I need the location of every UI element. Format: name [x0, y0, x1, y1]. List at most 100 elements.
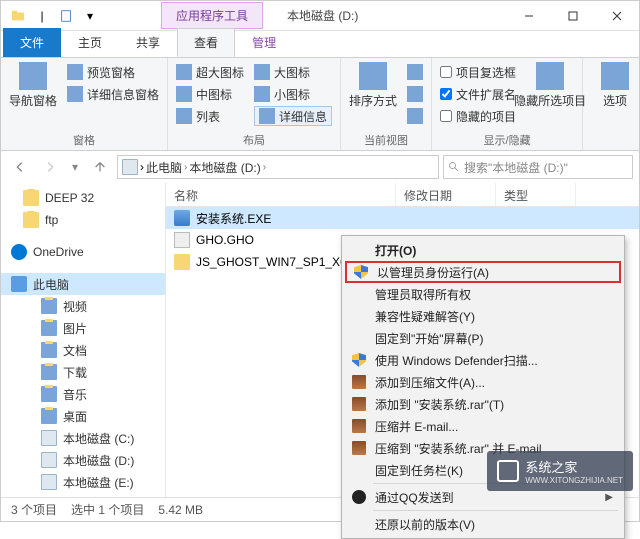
- minimize-button[interactable]: [507, 2, 551, 30]
- layout-label: 详细信息: [279, 108, 327, 125]
- crumb-drive[interactable]: 本地磁盘 (D:)›: [189, 159, 266, 176]
- back-button[interactable]: [7, 154, 33, 180]
- col-date[interactable]: 修改日期: [396, 183, 496, 206]
- groupby-icon[interactable]: [407, 62, 423, 82]
- ctx-label: 打开(O): [375, 242, 416, 259]
- up-button[interactable]: [87, 154, 113, 180]
- crumb-label: 本地磁盘 (D:): [189, 159, 260, 176]
- status-selection: 选中 1 个项目: [71, 501, 144, 518]
- tree-label: 此电脑: [33, 276, 69, 293]
- tab-home[interactable]: 主页: [61, 28, 119, 57]
- nav-tree[interactable]: DEEP 32 ftp OneDrive 此电脑 视频 图片 文档 下载 音乐 …: [1, 183, 166, 497]
- preview-pane-button[interactable]: 预览窗格: [67, 62, 159, 82]
- sizecolumns-icon[interactable]: [407, 106, 423, 126]
- ctx-restore-prev[interactable]: 还原以前的版本(V): [345, 513, 621, 535]
- layout-details[interactable]: 详细信息: [254, 106, 332, 126]
- tree-node-videos[interactable]: 视频: [1, 295, 165, 317]
- ctx-pin-start[interactable]: 固定到"开始"屏幕(P): [345, 327, 621, 349]
- ctx-compress-email[interactable]: 压缩并 E-mail...: [345, 415, 621, 437]
- tree-label: 本地磁盘 (E:): [63, 474, 134, 491]
- qat-separator: |: [31, 5, 53, 27]
- options-button[interactable]: 选项: [591, 62, 639, 148]
- tree-node-drive-c[interactable]: 本地磁盘 (C:): [1, 427, 165, 449]
- hide-selected-button[interactable]: 隐藏所选项目: [526, 62, 574, 132]
- ctx-label: 管理员取得所有权: [375, 286, 471, 303]
- crumb-label: 此电脑: [146, 159, 182, 176]
- close-button[interactable]: [595, 2, 639, 30]
- ctx-defender[interactable]: 使用 Windows Defender扫描...: [345, 349, 621, 371]
- tree-label: OneDrive: [33, 245, 84, 259]
- ctx-open[interactable]: 打开(O): [345, 239, 621, 261]
- ctx-add-rar[interactable]: 添加到 "安装系统.rar"(T): [345, 393, 621, 415]
- nav-pane-button[interactable]: 导航窗格: [9, 62, 57, 132]
- options-label: 选项: [603, 92, 627, 109]
- tree-node-drive-e[interactable]: 本地磁盘 (E:): [1, 471, 165, 493]
- tree-node-downloads[interactable]: 下载: [1, 361, 165, 383]
- ctx-label: 还原以前的版本(V): [375, 516, 475, 533]
- tree-node-documents[interactable]: 文档: [1, 339, 165, 361]
- checkbox-extensions[interactable]: 文件扩展名: [440, 84, 516, 104]
- tree-node-pictures[interactable]: 图片: [1, 317, 165, 339]
- sort-button[interactable]: 排序方式: [349, 62, 397, 132]
- forward-button[interactable]: [37, 154, 63, 180]
- layout-extra-large[interactable]: 超大图标: [176, 62, 244, 82]
- layout-list[interactable]: 列表: [176, 106, 244, 126]
- col-name[interactable]: 名称: [166, 183, 396, 206]
- checkbox-hidden[interactable]: 隐藏的项目: [440, 106, 516, 126]
- titlebar: | ▾ 应用程序工具 本地磁盘 (D:): [1, 1, 639, 31]
- tree-node-desktop[interactable]: 桌面: [1, 405, 165, 427]
- properties-icon[interactable]: [55, 5, 77, 27]
- file-name: GHO.GHO: [196, 233, 254, 247]
- tree-node-thispc[interactable]: 此电脑: [1, 273, 165, 295]
- search-input[interactable]: 搜索"本地磁盘 (D:)": [443, 155, 633, 179]
- ctx-run-as-admin[interactable]: 以管理员身份运行(A): [345, 261, 621, 283]
- tree-node-drive-d[interactable]: 本地磁盘 (D:): [1, 449, 165, 471]
- tree-node-ftp[interactable]: ftp: [1, 209, 165, 231]
- layout-large[interactable]: 大图标: [254, 62, 332, 82]
- list-header[interactable]: 名称 修改日期 类型: [166, 183, 639, 207]
- ribbon: 导航窗格 预览窗格 详细信息窗格 窗格 超大图标 中图标 列表 大图标 小图标 …: [1, 57, 639, 151]
- tree-node-onedrive[interactable]: OneDrive: [1, 241, 165, 263]
- ctx-label: 以管理员身份运行(A): [377, 264, 489, 281]
- checkbox-itemcheckboxes[interactable]: 项目复选框: [440, 62, 516, 82]
- maximize-button[interactable]: [551, 2, 595, 30]
- ctx-label: 添加到 "安装系统.rar"(T): [375, 396, 504, 413]
- hide-selected-label: 隐藏所选项目: [514, 92, 586, 109]
- tree-label: 桌面: [63, 408, 87, 425]
- exe-icon: [174, 210, 190, 226]
- ribbon-group-layout-label: 布局: [176, 132, 332, 150]
- breadcrumb[interactable]: › 此电脑› 本地磁盘 (D:)›: [117, 155, 439, 179]
- tab-share[interactable]: 共享: [119, 28, 177, 57]
- quick-access-toolbar: | ▾: [1, 5, 101, 27]
- status-count: 3 个项目: [11, 501, 57, 518]
- shield-icon: [351, 352, 367, 368]
- recent-dropdown[interactable]: ▾: [67, 154, 83, 180]
- list-item[interactable]: 安装系统.EXE: [166, 207, 639, 229]
- crumb-thispc[interactable]: 此电脑›: [146, 159, 187, 176]
- tab-view[interactable]: 查看: [177, 28, 235, 57]
- tab-file[interactable]: 文件: [3, 28, 61, 57]
- watermark: 系统之家 WWW.XITONGZHIJIA.NET: [487, 451, 633, 491]
- tree-node-music[interactable]: 音乐: [1, 383, 165, 405]
- ctx-take-ownership[interactable]: 管理员取得所有权: [345, 283, 621, 305]
- addcolumn-icon[interactable]: [407, 84, 423, 104]
- ribbon-group-panes-label: 窗格: [9, 132, 159, 150]
- layout-small[interactable]: 小图标: [254, 84, 332, 104]
- details-pane-button[interactable]: 详细信息窗格: [67, 84, 159, 104]
- iso-icon: [174, 254, 190, 270]
- ctx-troubleshoot[interactable]: 兼容性疑难解答(Y): [345, 305, 621, 327]
- tab-manage[interactable]: 管理: [235, 28, 293, 57]
- layout-label: 列表: [196, 108, 220, 125]
- watermark-logo-icon: [497, 460, 519, 482]
- tree-node-deep32[interactable]: DEEP 32: [1, 187, 165, 209]
- rar-icon: [351, 440, 367, 456]
- col-type[interactable]: 类型: [496, 183, 576, 206]
- layout-medium[interactable]: 中图标: [176, 84, 244, 104]
- ribbon-group-current-label: 当前视图: [349, 132, 423, 150]
- ctx-add-archive[interactable]: 添加到压缩文件(A)...: [345, 371, 621, 393]
- folder-icon[interactable]: [7, 5, 29, 27]
- qat-dropdown-icon[interactable]: ▾: [79, 5, 101, 27]
- tree-label: ftp: [45, 213, 58, 227]
- context-tab-apptools[interactable]: 应用程序工具: [161, 2, 263, 29]
- address-bar: ▾ › 此电脑› 本地磁盘 (D:)› 搜索"本地磁盘 (D:)": [1, 151, 639, 183]
